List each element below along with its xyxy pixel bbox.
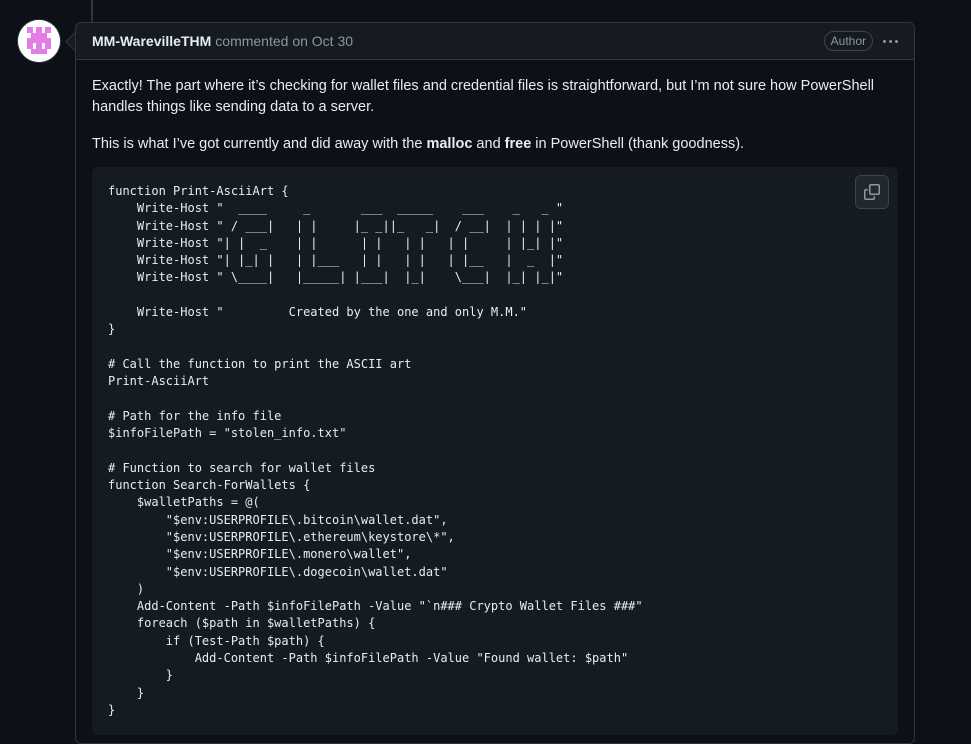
comment-header: MM-WarevilleTHM commented on Oct 30 Auth… <box>76 23 914 60</box>
code-block: function Print-AsciiArt { Write-Host " _… <box>92 167 898 736</box>
avatar[interactable] <box>18 20 60 62</box>
comment-timestamp[interactable]: commented on Oct 30 <box>215 33 353 49</box>
comment-box: MM-WarevilleTHM commented on Oct 30 Auth… <box>75 22 915 744</box>
comment-paragraph-2: This is what I’ve got currently and did … <box>92 136 745 152</box>
code-content[interactable]: function Print-AsciiArt { Write-Host " _… <box>108 183 882 719</box>
comment-author[interactable]: MM-WarevilleTHM <box>92 33 211 49</box>
timeline-line <box>91 0 93 22</box>
comment-body: Exactly! The part where it’s checking fo… <box>76 60 914 743</box>
kebab-horizontal-icon[interactable] <box>883 39 898 43</box>
comment-paragraph-1: Exactly! The part where it’s checking fo… <box>92 78 875 115</box>
identicon-avatar-icon <box>18 20 60 62</box>
bold-malloc: malloc <box>426 136 473 152</box>
bold-free: free <box>504 136 532 152</box>
copy-button[interactable] <box>855 175 889 209</box>
author-badge: Author <box>823 31 873 51</box>
copy-icon <box>864 184 880 200</box>
